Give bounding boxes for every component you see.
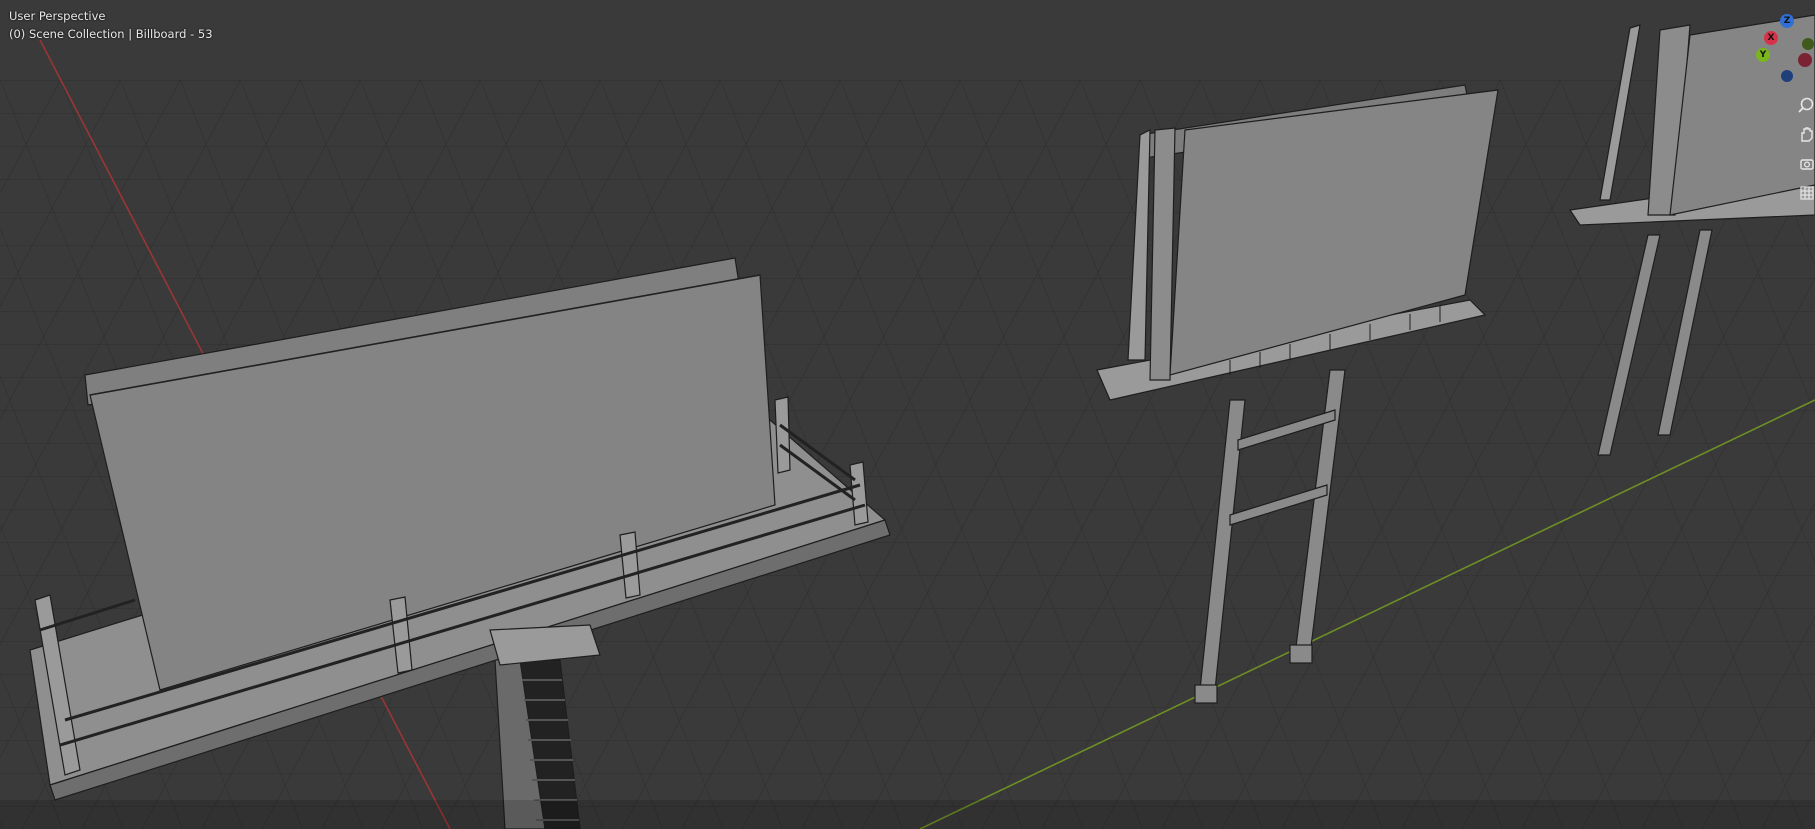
gizmo-neg-y-dot[interactable] <box>1802 38 1814 50</box>
zoom-icon <box>1797 97 1813 113</box>
gizmo-neg-x-dot[interactable] <box>1798 53 1812 67</box>
camera-view-button[interactable] <box>1796 151 1815 175</box>
view-name-label: User Perspective <box>9 9 106 23</box>
3d-viewport[interactable]: User Perspective (0) Scene Collection | … <box>0 0 1815 829</box>
ortho-toggle-button[interactable] <box>1796 180 1815 204</box>
zoom-button[interactable] <box>1796 93 1815 117</box>
collection-object-label: (0) Scene Collection | Billboard - 53 <box>9 27 213 41</box>
navigation-gizmo[interactable]: Z X Y <box>1738 8 1815 88</box>
gizmo-x-axis[interactable]: X <box>1764 31 1778 45</box>
gizmo-z-axis[interactable]: Z <box>1780 14 1794 28</box>
gizmo-y-axis[interactable]: Y <box>1756 48 1770 62</box>
gizmo-neg-z-dot[interactable] <box>1781 70 1793 82</box>
grid-ortho-icon <box>1799 186 1814 200</box>
scene-canvas[interactable] <box>0 0 1815 829</box>
pan-button[interactable] <box>1796 122 1815 146</box>
hand-pan-icon <box>1800 127 1813 142</box>
camera-view-icon <box>1799 159 1814 170</box>
